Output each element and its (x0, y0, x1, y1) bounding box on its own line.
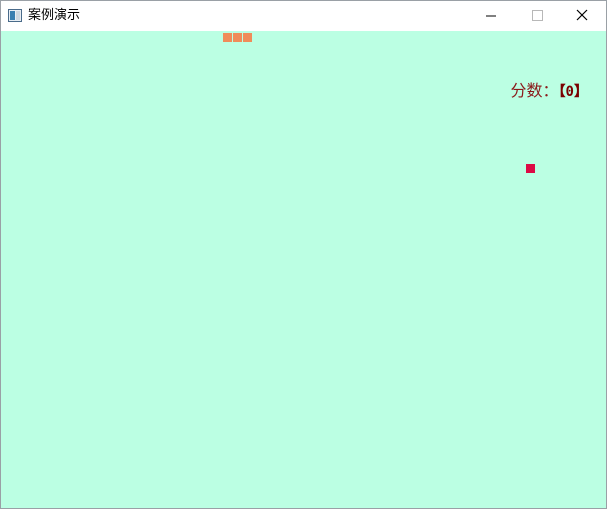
title-bar[interactable]: 案例演示 (1, 1, 606, 31)
food-item (526, 164, 535, 173)
window-title: 案例演示 (28, 8, 81, 23)
score-label: 分数： (510, 81, 559, 100)
score-value: 【0】 (558, 84, 588, 100)
close-icon (576, 9, 588, 21)
close-button[interactable] (560, 1, 606, 31)
game-canvas[interactable]: 分数：【0】 (1, 31, 606, 508)
minimize-button[interactable] (468, 1, 514, 31)
app-window-icon (8, 9, 22, 22)
maximize-icon (532, 10, 543, 21)
snake-segment (243, 33, 252, 42)
snake-segment (233, 33, 242, 42)
score-display: 分数：【0】 (511, 81, 588, 102)
snake-segment (223, 33, 232, 42)
app-window: 案例演示 分数：【0】 (0, 0, 607, 509)
maximize-button[interactable] (514, 1, 560, 31)
minimize-icon (486, 15, 496, 17)
